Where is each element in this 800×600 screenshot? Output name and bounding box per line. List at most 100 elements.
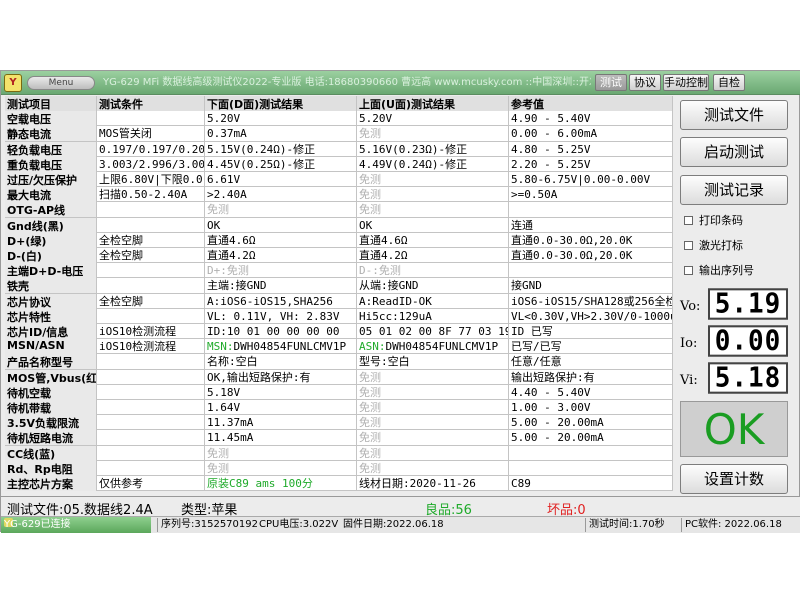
table-row: 芯片ID/信息 iOS10检测流程 ID:10 01 00 00 00 00 05 0… (5, 324, 673, 340)
row-label: 芯片特性 (5, 308, 97, 324)
result-ok-indicator: OK (680, 401, 788, 457)
vo-display: 5.19 (708, 288, 788, 320)
table-cell: >=0.50A (509, 187, 673, 203)
table-cell: 免测 (357, 445, 509, 461)
table-row: MSN/ASN iOS10检测流程 MSN:DWH04854FUNLCMV1P ASN… (5, 339, 673, 355)
table-cell: 4.40 - 5.40V (509, 384, 673, 400)
table-cell (97, 430, 205, 446)
connection-label: YG-629已连接 (4, 519, 71, 530)
table-row: Rd、Rp电阻 免测 免测 (5, 460, 673, 476)
table-cell: ID 已写 (509, 324, 673, 339)
row-label: 铁壳 (5, 278, 97, 294)
set-count-button[interactable]: 设置计数 (680, 464, 788, 494)
table-cell: 直通4.6Ω (357, 232, 509, 248)
table-row: 空载电压 5.20V 5.20V 4.90 - 5.40V (5, 111, 673, 127)
table-cell (509, 263, 673, 279)
laser-mark-checkbox[interactable]: 激光打标 (684, 239, 743, 253)
table-cell: 输出短路保护:有 (509, 369, 673, 385)
table-cell: 免测 (357, 460, 509, 476)
output-serial-checkbox[interactable]: 输出序列号 (684, 264, 754, 278)
row-label: Gnd线(黑) (5, 217, 97, 233)
table-cell (97, 460, 205, 476)
table-cell: 免测 (205, 445, 357, 461)
table-row: 待机空载 5.18V 免测 4.40 - 5.40V (5, 384, 673, 400)
firmware-date-status: 固件日期:2022.06.18 (343, 519, 444, 530)
table-cell: 4.90 - 5.40V (509, 111, 673, 127)
table-cell: 5.00 - 20.00mA (509, 430, 673, 446)
table-cell: A:iOS6-iOS15,SHA256 (205, 293, 357, 309)
row-label: 待机空载 (5, 384, 97, 400)
status-bar: YG-629已连接 序列号:3152570192 CPU电压:3.022V 固件… (1, 516, 800, 533)
tab-self-check[interactable]: 自检 (713, 74, 745, 91)
table-cell: A:ReadID-OK (357, 293, 509, 309)
print-barcode-label: 打印条码 (699, 214, 743, 227)
tab-protocol[interactable]: 协议 (629, 74, 661, 91)
table-row: 待机短路电流 11.45mA 免测 5.00 - 20.00mA (5, 430, 673, 446)
table-cell: 从端:接GND (357, 278, 509, 294)
tab-manual-control[interactable]: 手动控制 (663, 74, 709, 91)
divider (681, 518, 682, 532)
table-cell: 5.20V (205, 111, 357, 127)
row-label: D+(绿) (5, 232, 97, 248)
vi-display: 5.18 (708, 362, 788, 394)
table-cell: 免测 (357, 126, 509, 142)
table-cell: 3.003/2.996/3.00A (99, 156, 205, 172)
table-cell: 上限6.80V|下限0.0 (97, 172, 205, 187)
row-label: CC线(蓝) (5, 445, 97, 461)
laser-mark-label: 激光打标 (699, 239, 743, 252)
table-cell (97, 111, 205, 127)
table-cell: 5.80-6.75V|0.00-0.00V (509, 172, 673, 187)
table-row: 主端D+D-电压 D+:免测 D-:免测 (5, 263, 673, 279)
table-cell: 1.64V (205, 400, 357, 415)
table-cell: 接GND (509, 278, 673, 294)
table-row: 3.5V负载限流 11.37mA 免测 5.00 - 20.00mA (5, 415, 673, 431)
table-cell: 全检空脚 (97, 232, 205, 248)
table-cell: 直通4.6Ω (205, 232, 357, 248)
table-row: OTG-AP线 免测 免测 (5, 202, 673, 218)
column-header: 上面(U面)测试结果 (357, 96, 509, 111)
print-barcode-checkbox[interactable]: 打印条码 (684, 214, 743, 228)
table-cell: 6.61V (205, 172, 357, 187)
table-cell: 4.80 - 5.25V (509, 141, 673, 157)
row-label: 待机短路电流 (5, 430, 97, 446)
table-cell: 免测 (357, 384, 509, 400)
table-cell: 仅供参考 (97, 476, 205, 491)
serial-prefix: ASN: (359, 340, 386, 354)
table-cell: 免测 (205, 202, 357, 218)
table-cell: C89 (509, 476, 673, 491)
table-cell: 免测 (357, 172, 509, 187)
table-cell: 全检空脚 (97, 248, 205, 263)
test-record-button[interactable]: 测试记录 (680, 175, 788, 205)
table-cell (509, 202, 673, 218)
connection-status: YG-629已连接 (1, 517, 151, 533)
table-cell (97, 445, 205, 461)
table-cell: 5.20V (357, 111, 509, 127)
menu-button[interactable]: Menu (27, 76, 95, 90)
table-cell: iOS10检测流程 (97, 339, 205, 355)
table-cell: D-:免测 (357, 263, 509, 279)
start-test-button[interactable]: 启动测试 (680, 137, 788, 167)
table-cell: ASN:DWH04854FUNLCMV1P (357, 339, 509, 355)
table-cell: MSN:DWH04854FUNLCMV1P (205, 339, 357, 355)
table-cell: MOS管关闭 (97, 126, 205, 142)
table-cell (97, 384, 205, 400)
row-label: 芯片协议 (5, 293, 97, 309)
row-label: 过压/欠压保护 (5, 172, 97, 187)
row-label: 重负载电压 (5, 156, 97, 172)
test-file-button[interactable]: 测试文件 (680, 100, 788, 130)
table-cell: 11.37mA (205, 415, 357, 431)
row-label: OTG-AP线 (5, 202, 97, 218)
cpu-voltage-status: CPU电压:3.022V (259, 519, 339, 530)
table-row: Gnd线(黑) OK OK 连通 (5, 217, 673, 233)
table-row: 重负载电压 3.003/2.996/3.00A 4.45V(0.25Ω)-修正 4.4… (5, 156, 673, 172)
tab-test[interactable]: 测试 (595, 74, 627, 91)
table-cell: 免测 (357, 415, 509, 431)
row-label: MSN/ASN (5, 339, 97, 355)
table-cell (97, 369, 205, 385)
pc-software-status: PC软件: 2022.06.18 (685, 519, 782, 530)
table-cell (97, 278, 205, 294)
table-cell: OK,输出短路保护:有 (205, 369, 357, 385)
title-bar: Y Menu YG-629 MFi 数据线高级测试仪2022-专业版 电话:18… (1, 71, 800, 95)
table-cell: D+:免测 (205, 263, 357, 279)
row-label: 轻负载电压 (5, 141, 97, 157)
